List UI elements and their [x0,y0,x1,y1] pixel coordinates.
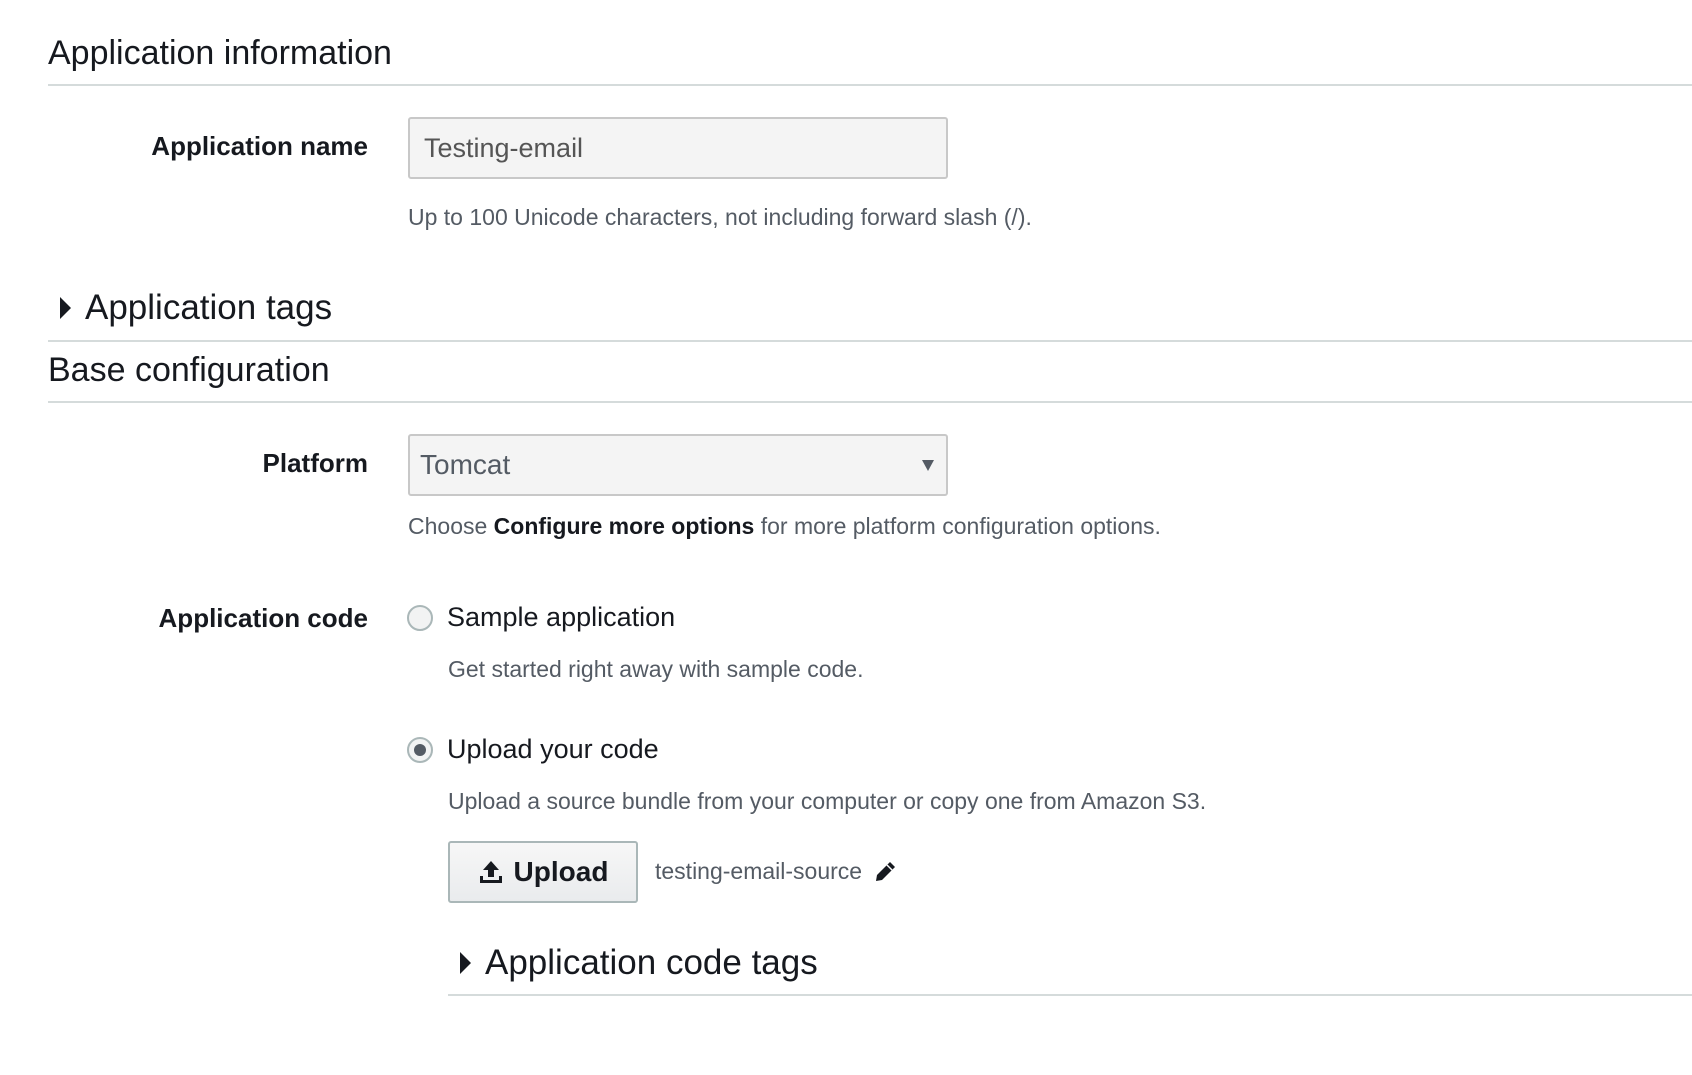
upload-icon [479,861,502,883]
application-tags-expander[interactable]: Application tags [60,288,332,328]
section-divider [48,84,1692,86]
upload-button-label: Upload [513,856,609,887]
application-name-help: Up to 100 Unicode characters, not includ… [408,204,1032,230]
page: Application information Application name… [0,0,1692,1075]
platform-help-prefix: Choose [408,513,494,539]
application-tags-label: Application tags [85,288,333,327]
caret-right-icon [60,297,71,319]
section-divider [48,340,1692,342]
section-header-base-configuration: Base configuration [48,351,330,389]
application-code-tags-label: Application code tags [485,943,818,982]
upload-your-code-help: Upload a source bundle from your compute… [448,788,1207,814]
platform-selected-value: Tomcat [420,449,511,480]
source-bundle-name: testing-email-source [655,858,898,885]
platform-help: Choose Configure more options for more p… [408,513,1161,540]
section-divider [448,994,1692,996]
caret-right-icon [460,952,471,974]
upload-button[interactable]: Upload [448,841,638,903]
platform-label: Platform [262,448,368,478]
application-code-label: Application code [158,603,368,633]
application-name-label: Application name [151,131,368,161]
radio-sample-application[interactable]: Sample application [407,602,675,633]
source-bundle-label: testing-email-source [655,858,863,884]
radio-button-selected[interactable] [407,736,433,763]
radio-button-unselected[interactable] [407,604,433,631]
section-header-application-information: Application information [48,34,392,72]
dropdown-arrow-icon [922,459,934,471]
radio-label-upload-your-code: Upload your code [447,734,659,764]
radio-dot [414,743,426,756]
section-divider [48,401,1692,403]
application-code-tags-expander[interactable]: Application code tags [460,943,818,983]
platform-help-bold: Configure more options [493,513,755,539]
sample-application-help: Get started right away with sample code. [448,656,864,682]
radio-label-sample-application: Sample application [447,602,676,632]
application-name-input[interactable] [408,117,948,179]
pencil-icon[interactable] [872,859,898,885]
platform-help-suffix: for more platform configuration options. [754,513,1161,539]
platform-select[interactable]: Tomcat [408,434,948,496]
radio-upload-your-code[interactable]: Upload your code [407,734,659,765]
